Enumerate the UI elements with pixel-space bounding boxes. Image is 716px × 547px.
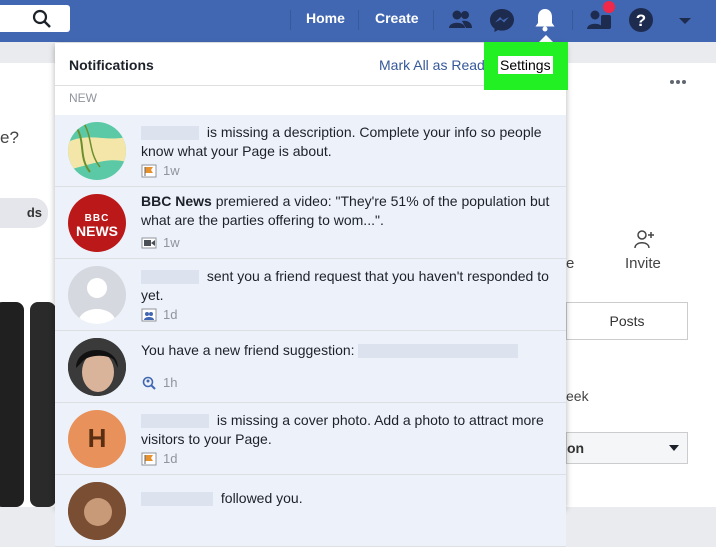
invite-person-icon[interactable]	[633, 228, 655, 250]
redacted-name	[141, 270, 199, 285]
notification-message: You have a new friend suggestion:	[141, 342, 355, 358]
notifications-title: Notifications	[69, 57, 154, 73]
redacted-name	[141, 414, 209, 429]
nav-divider	[290, 10, 291, 30]
page-flag-icon	[141, 164, 157, 177]
page-letter-avatar[interactable]: H	[68, 410, 126, 468]
notification-item[interactable]: You have a new friend suggestion: 1h	[55, 331, 566, 403]
story-card[interactable]	[0, 302, 24, 507]
posts-tab[interactable]: Posts	[566, 302, 688, 340]
notification-text: is missing a description. Complete your …	[141, 123, 551, 161]
chevron-down-icon[interactable]	[671, 6, 699, 34]
svg-text:?: ?	[636, 11, 646, 30]
messenger-icon[interactable]	[488, 6, 516, 34]
left-pill-label: ds	[26, 205, 42, 220]
notification-item[interactable]: H is missing a cover photo. Add a photo …	[55, 403, 566, 475]
notification-meta: 1d	[141, 451, 177, 466]
notifications-bell-icon[interactable]	[531, 6, 559, 34]
invite-label[interactable]: Invite	[625, 255, 661, 272]
settings-link[interactable]: Settings	[498, 56, 553, 74]
notification-text: BBC News premiered a video: "They're 51%…	[141, 192, 551, 230]
default-profile-avatar[interactable]	[68, 266, 126, 324]
sender-name[interactable]: BBC News	[141, 193, 212, 209]
person-silhouette-icon	[78, 278, 116, 324]
notification-message: is missing a description. Complete your …	[141, 124, 542, 159]
notification-meta: 1h	[141, 375, 177, 390]
notification-time: 1w	[163, 163, 180, 178]
notification-meta: 1w	[141, 235, 180, 250]
help-icon[interactable]: ?	[627, 6, 655, 34]
notification-text: You have a new friend suggestion:	[141, 341, 551, 360]
notification-time: 1w	[163, 235, 180, 250]
nav-divider	[572, 10, 573, 30]
follower-avatar[interactable]	[68, 482, 126, 540]
news-logo-text: NEWS	[76, 223, 118, 239]
notification-item[interactable]: BBC NEWS BBC News premiered a video: "Th…	[55, 187, 566, 259]
notification-time: 1h	[163, 375, 178, 390]
redacted-name	[141, 126, 199, 141]
friend-search-icon	[142, 376, 156, 390]
video-camera-icon	[141, 237, 157, 248]
notification-meta: 1d	[141, 307, 177, 322]
notification-time: 1d	[163, 307, 178, 322]
search-icon[interactable]	[32, 9, 52, 29]
notification-item[interactable]: followed you.	[55, 475, 566, 547]
redacted-name	[358, 344, 519, 359]
create-link[interactable]: Create	[375, 10, 419, 26]
notifications-panel: Notifications Mark All as Read NEW is mi…	[55, 43, 566, 547]
search-field[interactable]	[0, 5, 70, 32]
notification-message: followed you.	[220, 490, 303, 506]
notification-text: is missing a cover photo. Add a photo to…	[141, 411, 551, 449]
chevron-down-icon	[669, 445, 679, 451]
notifications-list: is missing a description. Complete your …	[55, 115, 566, 547]
left-pill[interactable]: ds	[0, 198, 48, 228]
friends-icon	[141, 308, 157, 321]
top-navigation-bar: Home Create ?	[0, 0, 716, 42]
new-section-label: NEW	[69, 91, 97, 105]
bbc-news-avatar[interactable]: BBC NEWS	[68, 194, 126, 252]
friends-icon[interactable]	[446, 6, 474, 34]
notification-item[interactable]: is missing a description. Complete your …	[55, 115, 566, 187]
week-partial-text: eek	[566, 388, 589, 404]
settings-highlight: Settings	[484, 42, 568, 90]
page-flag-icon	[141, 452, 157, 465]
notification-meta: 1w	[141, 163, 180, 178]
page-avatar[interactable]	[68, 122, 126, 180]
notification-text: followed you.	[141, 489, 551, 508]
dropdown-partial-label: on	[567, 440, 585, 456]
story-card[interactable]	[30, 302, 56, 507]
notification-text: sent you a friend request that you haven…	[141, 267, 551, 305]
left-partial-text: e?	[0, 128, 19, 147]
nav-divider	[433, 10, 434, 30]
page-dropdown[interactable]: on	[566, 432, 688, 464]
redacted-name	[141, 492, 213, 507]
suggested-friend-avatar[interactable]	[68, 338, 126, 396]
right-partial-label: e	[566, 255, 575, 272]
more-options-icon[interactable]	[669, 78, 687, 86]
home-link[interactable]: Home	[306, 10, 345, 26]
posts-tab-label: Posts	[609, 313, 645, 329]
notification-badge	[603, 1, 615, 13]
notification-message: sent you a friend request that you haven…	[141, 268, 549, 303]
mark-all-as-read-link[interactable]: Mark All as Read	[379, 57, 485, 73]
notification-item[interactable]: sent you a friend request that you haven…	[55, 259, 566, 331]
avatar-letter: H	[87, 423, 107, 453]
nav-divider	[358, 10, 359, 30]
notification-time: 1d	[163, 451, 178, 466]
